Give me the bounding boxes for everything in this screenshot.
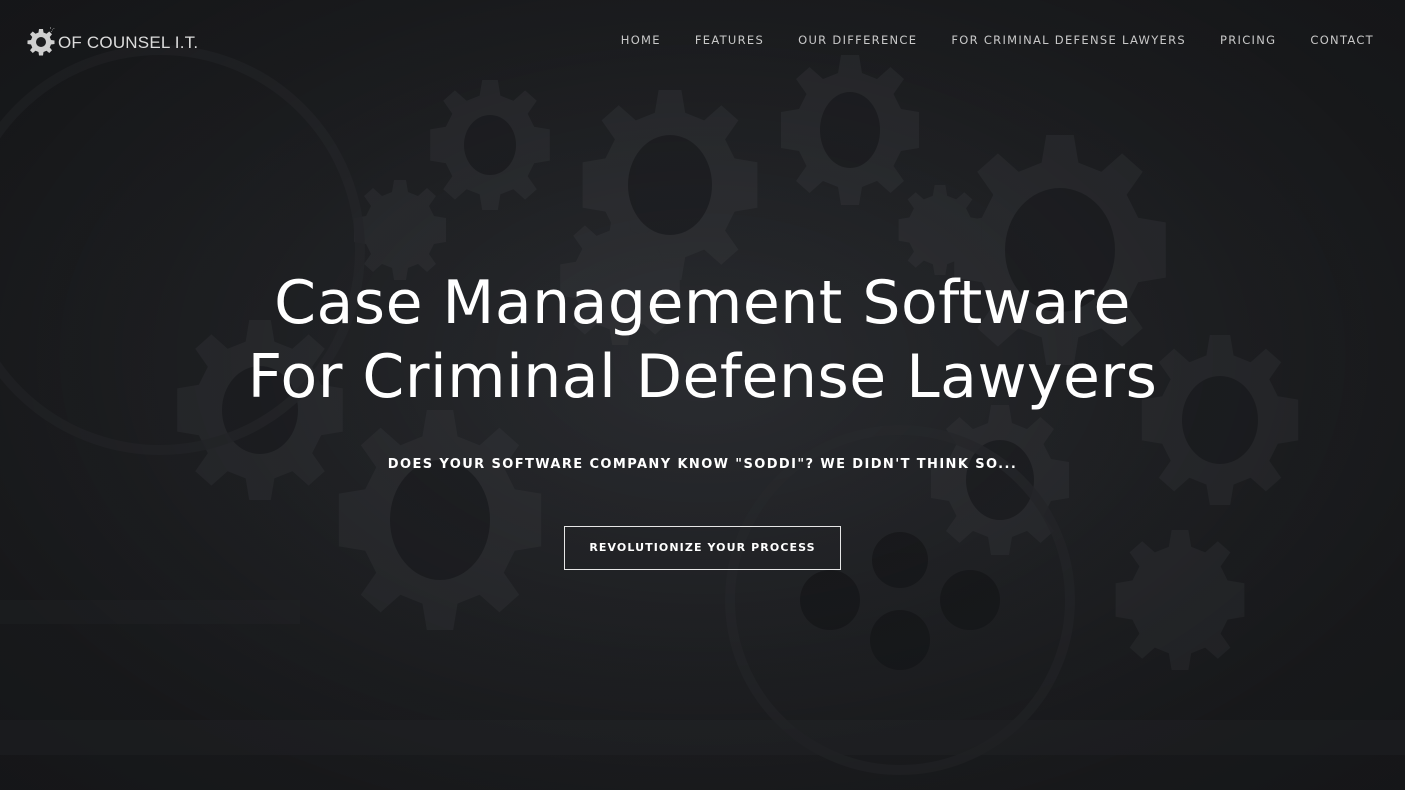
hero-subtitle: DOES YOUR SOFTWARE COMPANY KNOW "SODDI"?… <box>387 457 1018 472</box>
nav-item-features[interactable]: FEATURES <box>695 33 764 47</box>
gear-icon <box>27 27 55 56</box>
main-nav: HOME FEATURES OUR DIFFERENCE FOR CRIMINA… <box>587 33 1374 47</box>
hero-cta-container: REVOLUTIONIZE YOUR PROCESS <box>0 526 1405 570</box>
nav-item-home[interactable]: HOME <box>621 33 661 47</box>
nav-item-our-difference[interactable]: OUR DIFFERENCE <box>798 33 917 47</box>
site-header: OF COUNSEL I.T. HOME FEATURES OUR DIFFER… <box>0 0 1405 82</box>
nav-item-contact[interactable]: CONTACT <box>1310 33 1374 47</box>
hero-title-line-1: Case Management Software <box>274 268 1131 338</box>
brand-name: OF COUNSEL I.T. <box>58 33 199 52</box>
hero-title-line-2: For Criminal Defense Lawyers <box>247 342 1158 412</box>
nav-item-pricing[interactable]: PRICING <box>1220 33 1276 47</box>
nav-item-for-criminal-defense-lawyers[interactable]: FOR CRIMINAL DEFENSE LAWYERS <box>951 33 1186 47</box>
hero-title: Case Management Software For Criminal De… <box>0 266 1405 414</box>
brand-logo[interactable]: OF COUNSEL I.T. <box>26 27 198 57</box>
revolutionize-process-button[interactable]: REVOLUTIONIZE YOUR PROCESS <box>564 526 841 570</box>
